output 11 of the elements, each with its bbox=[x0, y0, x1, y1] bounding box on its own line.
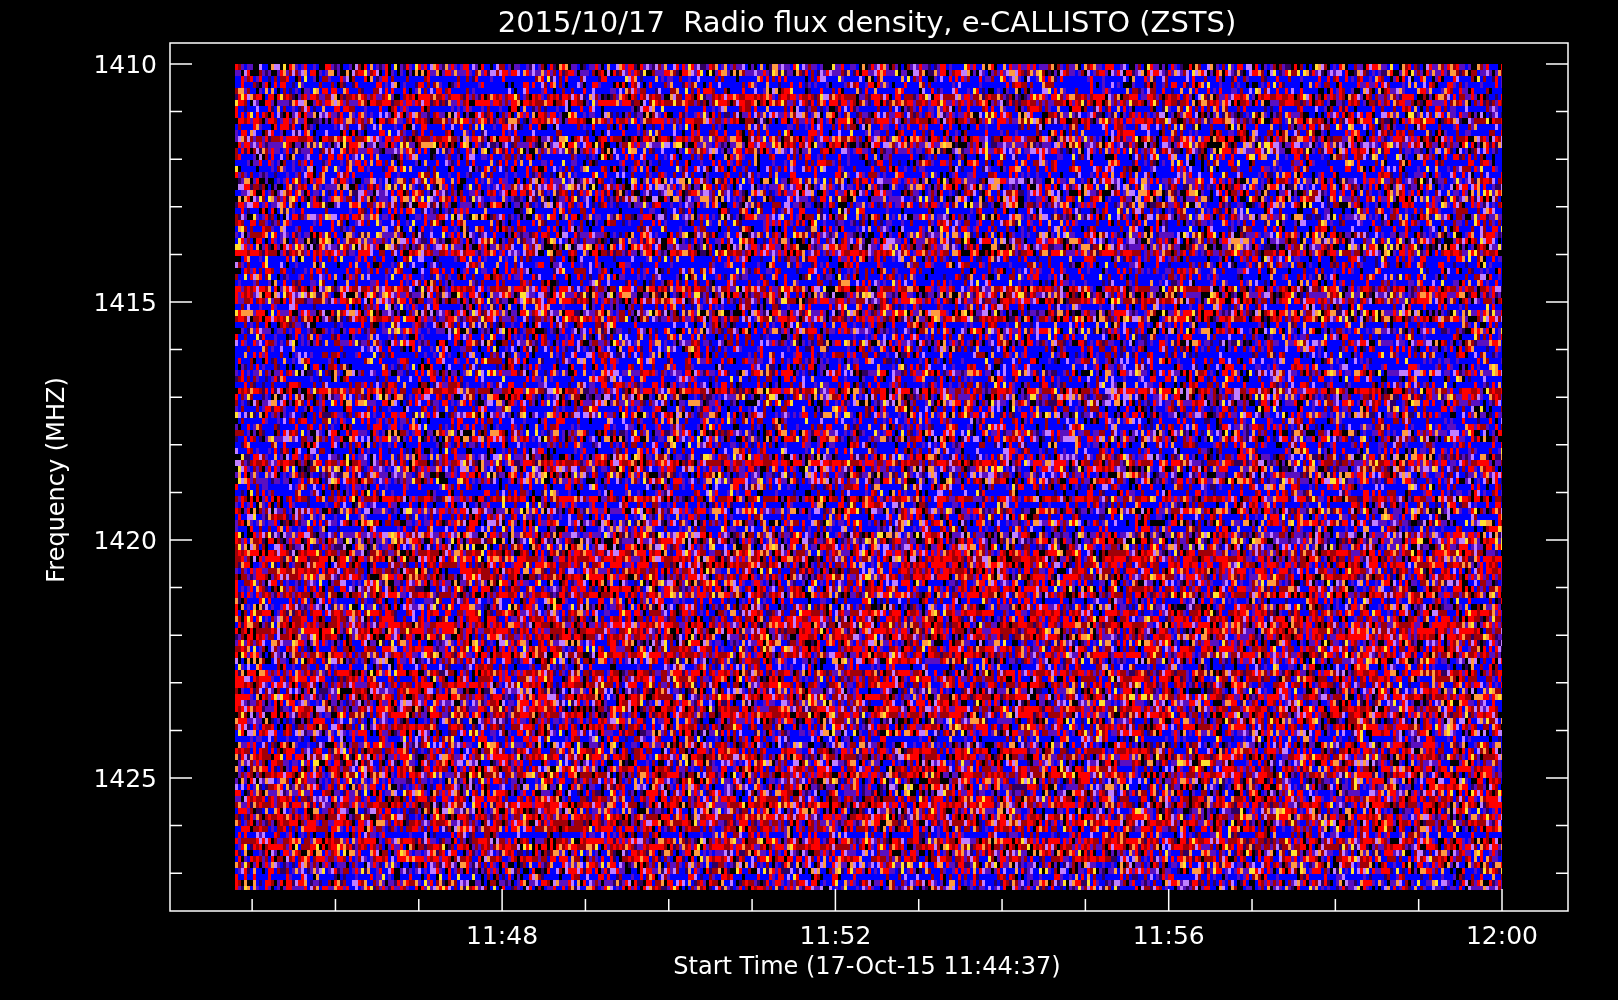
y-tick-label: 1410 bbox=[93, 50, 157, 79]
x-tick-label: 11:52 bbox=[799, 921, 872, 950]
x-tick-label: 11:56 bbox=[1132, 921, 1205, 950]
x-axis-label: Start Time (17-Oct-15 11:44:37) bbox=[673, 952, 1061, 980]
x-tick-label: 12:00 bbox=[1466, 921, 1538, 950]
y-tick-label: 1420 bbox=[93, 526, 157, 555]
x-tick-label: 11:48 bbox=[466, 921, 539, 950]
y-tick-label: 1415 bbox=[93, 288, 157, 317]
y-axis-label: Frequency (MHZ) bbox=[42, 377, 70, 583]
plot-title: 2015/10/17 Radio flux density, e-CALLISTO (ZSTS) bbox=[497, 5, 1237, 39]
y-tick-label: 1425 bbox=[93, 764, 157, 793]
